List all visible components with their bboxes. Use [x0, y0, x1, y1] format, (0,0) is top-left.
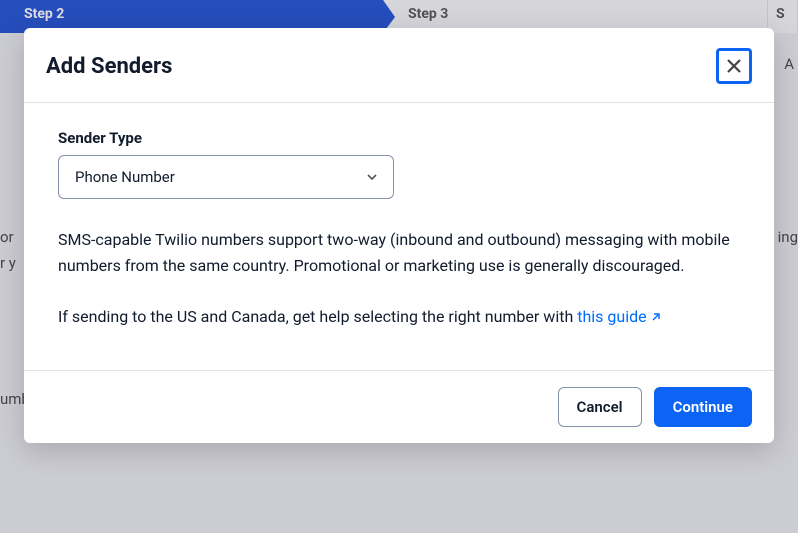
help-paragraph-2: If sending to the US and Canada, get hel… [58, 304, 740, 330]
cancel-button[interactable]: Cancel [558, 387, 642, 427]
modal-body: Sender Type Phone Number SMS-capable Twi… [24, 103, 774, 370]
external-link-icon [650, 312, 661, 323]
sender-type-value: Phone Number [75, 168, 175, 186]
continue-button[interactable]: Continue [654, 387, 752, 427]
guide-link[interactable]: this guide [577, 307, 660, 326]
sender-type-select[interactable]: Phone Number [58, 155, 394, 199]
guide-link-text: this guide [577, 307, 646, 326]
modal-footer: Cancel Continue [24, 370, 774, 443]
modal-title: Add Senders [46, 54, 172, 79]
close-icon [725, 57, 743, 75]
chevron-down-icon [367, 174, 377, 180]
modal-header: Add Senders [24, 28, 774, 103]
help-paragraph-1: SMS-capable Twilio numbers support two-w… [58, 227, 740, 280]
help-text: SMS-capable Twilio numbers support two-w… [58, 227, 740, 330]
help-paragraph-2-prefix: If sending to the US and Canada, get hel… [58, 307, 577, 326]
close-button[interactable] [716, 48, 752, 84]
sender-type-label: Sender Type [58, 129, 740, 147]
add-senders-modal: Add Senders Sender Type Phone Number SMS… [24, 28, 774, 443]
